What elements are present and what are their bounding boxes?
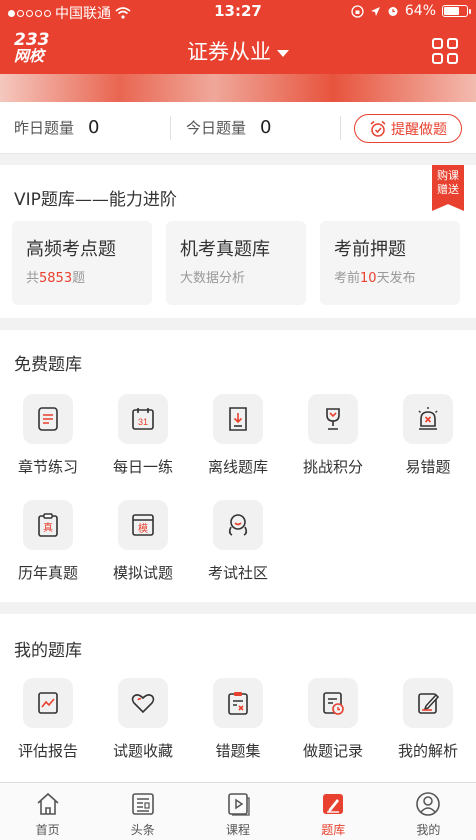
record-clock-icon — [308, 678, 358, 728]
tab-course[interactable]: 课程 — [190, 783, 285, 840]
vip-card-sub: 考前10天发布 — [334, 271, 416, 286]
home-icon — [33, 789, 63, 819]
tab-question-bank[interactable]: 题库 — [286, 783, 381, 840]
play-course-icon — [223, 789, 253, 819]
my-bank-title: 我的题库 — [14, 641, 82, 661]
my-bank-section: 我的题库 评估报告 试题收藏 错题集 做题记录 我的解析 — [0, 614, 476, 782]
remind-label: 提醒做题 — [391, 121, 447, 138]
grid-menu-icon[interactable] — [432, 38, 458, 64]
vip-title: VIP题库——能力进阶 — [14, 190, 177, 210]
free-item-community[interactable]: 考试社区 — [191, 500, 285, 583]
exam-selector-label: 证券从业 — [187, 40, 271, 64]
tab-label: 题库 — [321, 823, 346, 837]
free-item-offline[interactable]: 离线题库 — [191, 394, 285, 477]
remind-button[interactable]: 提醒做题 — [354, 114, 462, 143]
edit-note-icon — [403, 678, 453, 728]
list-doc-icon — [23, 394, 73, 444]
caret-down-icon — [277, 49, 289, 57]
battery-icon — [442, 5, 471, 17]
tab-label: 我的 — [416, 823, 441, 837]
nav-bar: 233 网校 证券从业 — [0, 24, 476, 74]
free-item-daily[interactable]: 31 每日一练 — [96, 394, 190, 477]
free-bank-section: 免费题库 章节练习 31 每日一练 离线题库 挑战积分 易错题 真 历年真题 模… — [0, 330, 476, 602]
vip-card-sub: 大数据分析 — [180, 271, 246, 286]
today-value: 0 — [260, 117, 272, 138]
yesterday-count: 昨日题量 0 — [14, 117, 99, 138]
status-right: 64% — [351, 3, 471, 19]
my-item-favorites[interactable]: 试题收藏 — [96, 678, 190, 761]
clipboard-zhen-icon: 真 — [23, 500, 73, 550]
profile-icon — [413, 789, 443, 819]
orientation-lock-icon — [351, 4, 364, 18]
banner-strip[interactable] — [0, 74, 476, 102]
vip-section: VIP题库——能力进阶 购课 赠送 高频考点题 共5853题 机考真题库 大数据… — [0, 165, 476, 318]
download-doc-icon — [213, 394, 263, 444]
news-icon — [128, 789, 158, 819]
free-item-past-exams[interactable]: 真 历年真题 — [1, 500, 95, 583]
report-chart-icon — [23, 678, 73, 728]
my-item-records[interactable]: 做题记录 — [286, 678, 380, 761]
question-count-bar: 昨日题量 0 今日题量 0 提醒做题 — [0, 102, 476, 154]
question-bank-icon — [318, 789, 348, 819]
ribbon-line1: 购课 — [437, 169, 459, 182]
ribbon-line2: 赠送 — [437, 183, 459, 196]
tab-label: 课程 — [226, 823, 251, 837]
yesterday-label: 昨日题量 — [14, 119, 75, 137]
vip-card-real-exams[interactable]: 机考真题库 大数据分析 — [166, 221, 306, 305]
vip-card-title: 机考真题库 — [180, 239, 270, 260]
location-arrow-icon — [370, 6, 380, 16]
my-item-wrong[interactable]: 错题集 — [191, 678, 285, 761]
alarm-clock-icon — [370, 120, 386, 137]
alarm-light-icon — [403, 394, 453, 444]
free-item-error-prone[interactable]: 易错题 — [381, 394, 475, 477]
svg-text:模: 模 — [138, 523, 148, 535]
svg-text:真: 真 — [43, 521, 53, 534]
my-item-analysis[interactable]: 我的解析 — [381, 678, 475, 761]
window-mo-icon: 模 — [118, 500, 168, 550]
gift-ribbon: 购课 赠送 — [432, 165, 464, 211]
free-item-challenge[interactable]: 挑战积分 — [286, 394, 380, 477]
vip-card-title: 考前押题 — [334, 239, 406, 260]
battery-percent: 64% — [404, 3, 436, 19]
vip-card-sub: 共5853题 — [26, 271, 86, 286]
divider — [340, 116, 341, 140]
heart-icon — [118, 678, 168, 728]
status-bar: 中国联通 13:27 64% — [0, 0, 476, 24]
tab-profile[interactable]: 我的 — [381, 783, 476, 840]
community-face-icon — [213, 500, 263, 550]
alarm-icon — [388, 7, 398, 16]
wrong-clipboard-icon — [213, 678, 263, 728]
vip-card-title: 高频考点题 — [26, 239, 116, 260]
tab-label: 头条 — [130, 823, 155, 837]
top-header: 中国联通 13:27 64% 233 网校 证券从业 — [0, 0, 476, 102]
today-label: 今日题量 — [186, 119, 247, 137]
tab-home[interactable]: 首页 — [0, 783, 95, 840]
trophy-icon — [308, 394, 358, 444]
vip-card-predict[interactable]: 考前押题 考前10天发布 — [320, 221, 460, 305]
divider — [170, 116, 171, 140]
today-count: 今日题量 0 — [186, 117, 271, 138]
vip-card-hot-points[interactable]: 高频考点题 共5853题 — [12, 221, 152, 305]
bottom-tab-bar: 首页 头条 课程 题库 我的 — [0, 782, 476, 840]
svg-text:31: 31 — [138, 417, 148, 427]
my-item-report[interactable]: 评估报告 — [1, 678, 95, 761]
tab-news[interactable]: 头条 — [95, 783, 190, 840]
yesterday-value: 0 — [88, 117, 100, 138]
tab-label: 首页 — [35, 823, 60, 837]
free-bank-title: 免费题库 — [14, 355, 82, 375]
free-item-chapter[interactable]: 章节练习 — [1, 394, 95, 477]
exam-selector[interactable]: 证券从业 — [0, 36, 476, 66]
calendar-31-icon: 31 — [118, 394, 168, 444]
free-item-mock[interactable]: 模 模拟试题 — [96, 500, 190, 583]
